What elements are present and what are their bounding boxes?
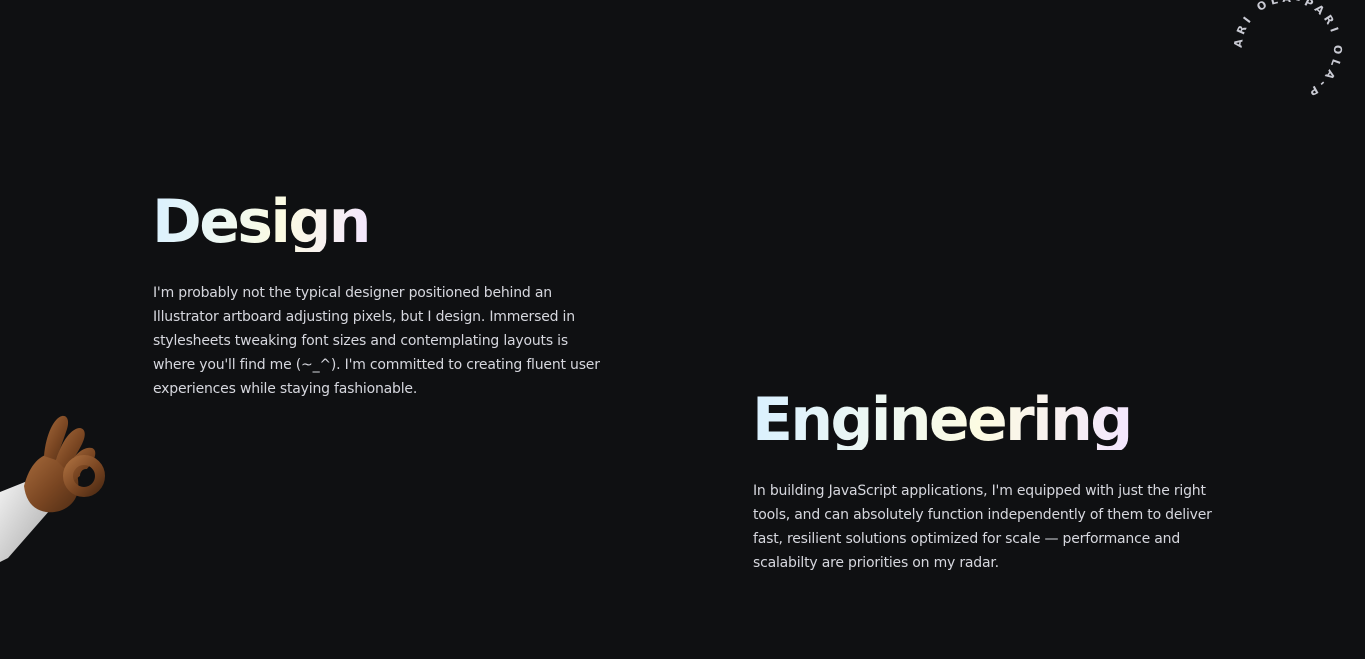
engineering-description: In building JavaScript applications, I'm… — [753, 483, 1212, 571]
design-heading: Design — [152, 187, 371, 257]
badge-ring-text: ARI OLA-PARI OLA-P — [1232, 0, 1345, 100]
ok-hand-icon — [0, 410, 108, 562]
rotating-name-ring: ARI OLA-PARI OLA-P — [1232, 0, 1345, 100]
design-description: I'm probably not the typical designer po… — [153, 285, 600, 397]
engineering-heading: Engineering — [752, 385, 1133, 455]
name-badge: ARI OLA-PARI OLA-P — [1226, 0, 1350, 110]
